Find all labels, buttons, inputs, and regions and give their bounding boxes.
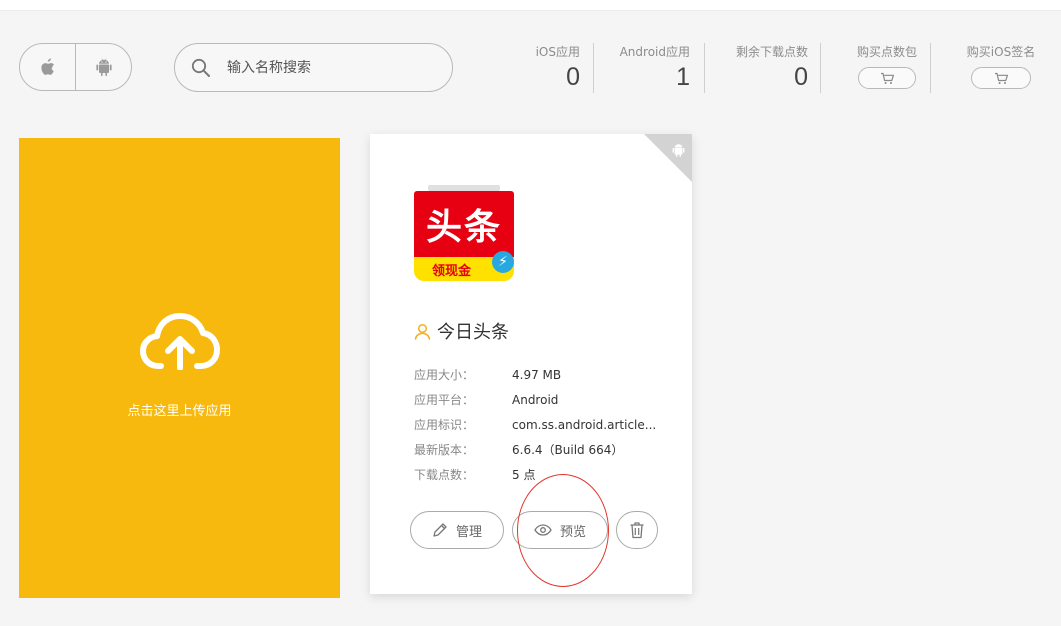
info-value: 4.97 MB (512, 367, 562, 382)
buy-label: 购买iOS签名 (966, 45, 1036, 59)
preview-button[interactable]: 预览 (512, 511, 608, 549)
stat-label: 剩余下载点数 (735, 45, 808, 59)
info-key: 下载点数： (414, 468, 475, 482)
stat-value: 0 (566, 63, 580, 91)
buy-points-button[interactable] (858, 67, 916, 89)
info-value: 6.6.4（Build 664） (512, 443, 624, 457)
apple-icon (41, 58, 54, 75)
android-icon (95, 58, 112, 76)
info-row-identifier: 应用标识： com.ss.android.article... (414, 412, 656, 437)
cart-icon (994, 72, 1008, 84)
info-value: com.ss.android.article... (512, 417, 657, 432)
stat-android-apps: Android应用 1 (620, 43, 690, 92)
filter-ios-button[interactable] (20, 44, 75, 90)
info-row-version: 最新版本： 6.6.4（Build 664） (414, 437, 656, 462)
divider (820, 43, 821, 93)
info-row-download-points: 下载点数： 5 点 (414, 462, 656, 487)
info-key: 应用大小： (414, 368, 475, 382)
info-key: 最新版本： (414, 443, 475, 457)
app-name: 今日头条 (437, 322, 509, 343)
info-key: 应用平台： (414, 393, 475, 407)
divider (593, 43, 594, 93)
user-icon (414, 323, 431, 340)
buy-ios-signature: 购买iOS签名 (963, 43, 1039, 89)
buy-label: 购买点数包 (856, 45, 917, 59)
upload-label: 点击这里上传应用 (127, 404, 232, 419)
top-bar (0, 0, 1061, 11)
trash-icon (630, 522, 644, 539)
buy-points-package: 购买点数包 (854, 43, 920, 89)
upload-app-card[interactable]: 点击这里上传应用 (19, 138, 340, 598)
stat-value: 1 (676, 63, 690, 91)
divider (930, 43, 931, 93)
divider (704, 43, 705, 93)
stat-remaining-downloads: 剩余下载点数 0 (736, 43, 808, 92)
preview-label: 预览 (559, 524, 586, 540)
edit-icon (432, 522, 448, 538)
search-box (174, 43, 453, 92)
stat-label: Android应用 (619, 45, 690, 59)
stat-label: iOS应用 (535, 45, 580, 59)
delete-button[interactable] (616, 511, 658, 549)
eye-icon (534, 524, 552, 536)
cart-icon (880, 72, 894, 84)
android-icon (672, 143, 685, 157)
buy-ios-signature-button[interactable] (971, 67, 1031, 89)
lightning-icon: ⚡ (492, 251, 514, 273)
app-name-row: 今日头条 (414, 318, 509, 344)
info-value: Android (512, 392, 559, 407)
stat-value: 0 (794, 63, 808, 91)
platform-toggle (19, 43, 132, 91)
filter-android-button[interactable] (75, 44, 131, 90)
info-row-platform: 应用平台： Android (414, 387, 656, 412)
app-logo: 头条 领现金 ⚡ (414, 185, 514, 281)
platform-corner-badge (644, 134, 692, 182)
app-info-list: 应用大小： 4.97 MB 应用平台： Android 应用标识： com.ss… (414, 362, 656, 487)
search-input[interactable] (225, 58, 429, 77)
info-row-size: 应用大小： 4.97 MB (414, 362, 656, 387)
search-icon (191, 57, 213, 79)
info-value: 5 点 (512, 468, 536, 482)
info-key: 应用标识： (414, 418, 475, 432)
app-card: 头条 领现金 ⚡ 今日头条 应用大小： 4.97 MB 应用平台： Androi… (370, 134, 692, 594)
stat-ios-apps: iOS应用 0 (536, 43, 580, 92)
manage-label: 管理 (455, 524, 482, 540)
cloud-upload-icon (139, 313, 220, 370)
app-logo-title: 头条 (414, 191, 514, 257)
manage-button[interactable]: 管理 (410, 511, 504, 549)
